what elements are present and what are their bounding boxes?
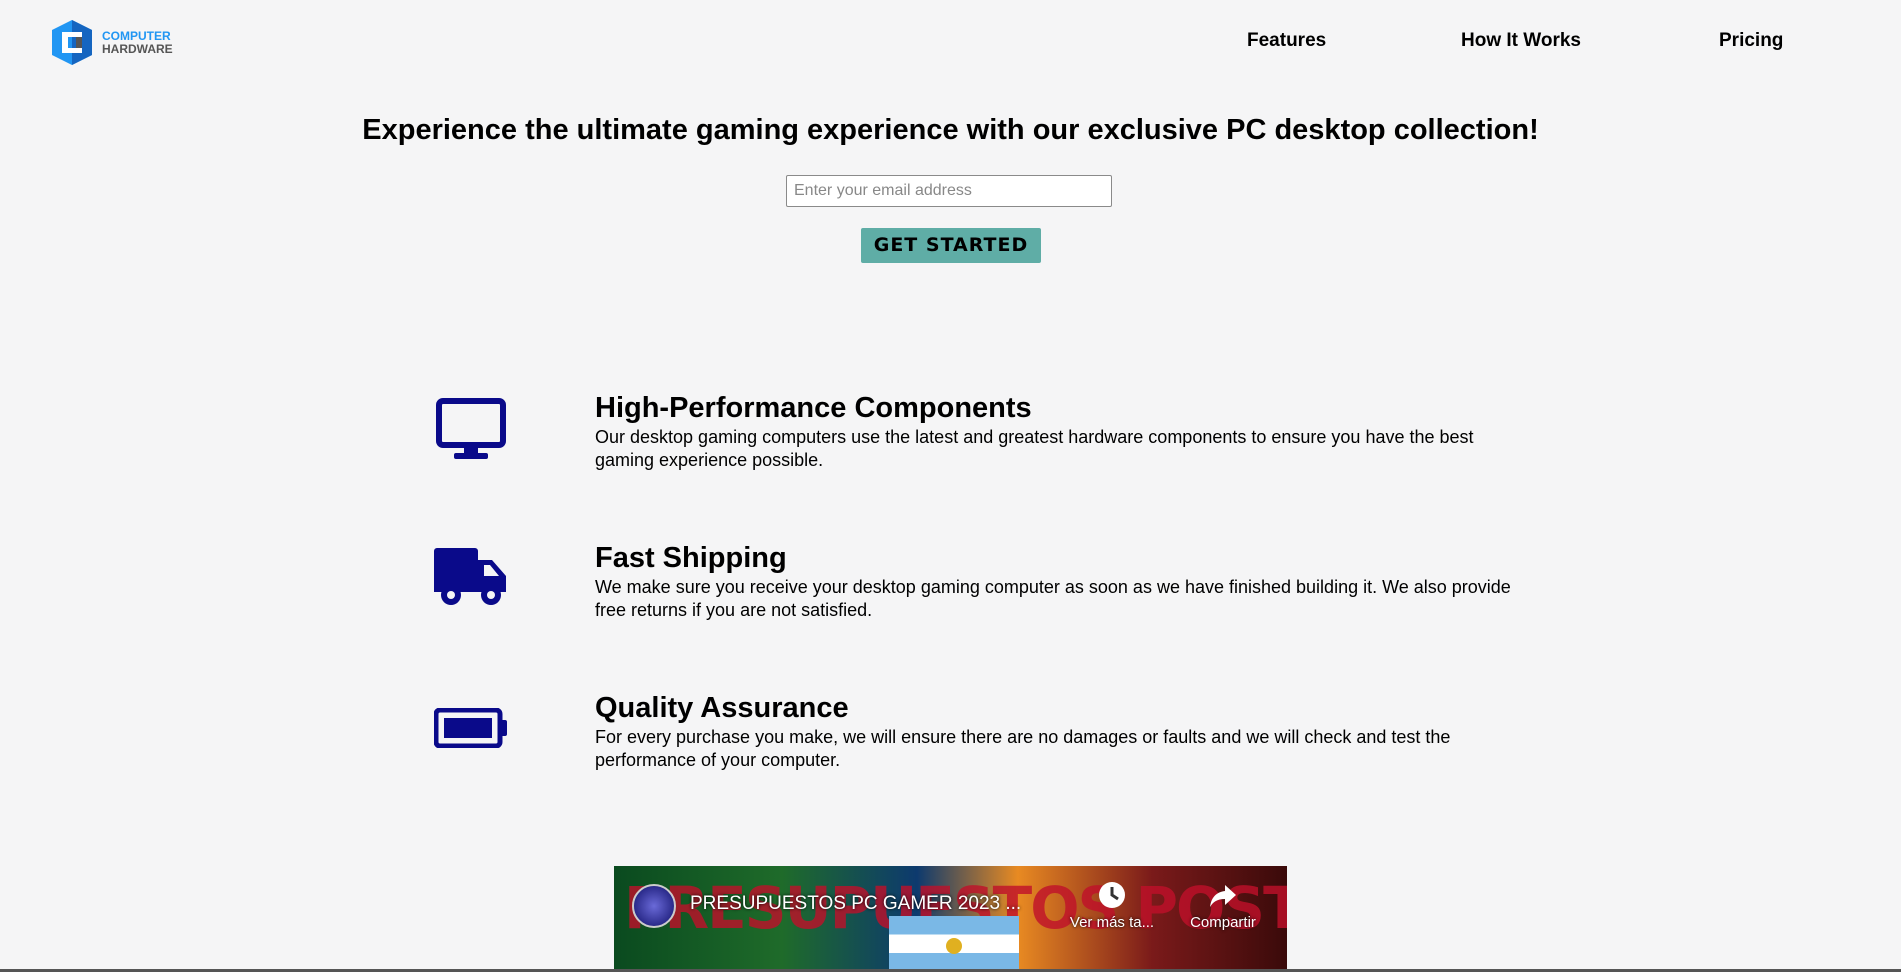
channel-avatar[interactable] <box>632 884 676 928</box>
feature-text: We make sure you receive your desktop ga… <box>595 577 1511 620</box>
share-button[interactable]: Compartir <box>1178 880 1268 931</box>
nav-link-pricing[interactable]: Pricing <box>1719 30 1783 52</box>
sun-icon <box>946 938 962 954</box>
hero-title: Experience the ultimate gaming experienc… <box>362 114 1539 146</box>
embedded-video[interactable]: PRESUPUESTOS POST ELECCIONES PRESUPUESTO… <box>614 866 1287 972</box>
watch-later-button[interactable]: Ver más ta... <box>1062 880 1162 931</box>
feature-text: For every purchase you make, we will ens… <box>595 727 1451 770</box>
shipping-truck-icon <box>434 548 506 605</box>
get-started-button[interactable]: GET STARTED <box>861 228 1041 263</box>
nav-link-features[interactable]: Features <box>1247 30 1326 52</box>
feature-title: Quality Assurance <box>595 692 849 724</box>
email-input[interactable] <box>786 175 1112 207</box>
flag-image <box>889 916 1019 972</box>
desktop-monitor-icon <box>436 398 506 459</box>
video-title[interactable]: PRESUPUESTOS PC GAMER 2023 ... <box>690 893 1021 915</box>
main-nav: Features How It Works Pricing <box>0 30 1901 60</box>
watch-later-label: Ver más ta... <box>1069 914 1155 931</box>
clock-icon <box>1099 882 1125 908</box>
feature-title: Fast Shipping <box>595 542 787 574</box>
nav-link-how-it-works[interactable]: How It Works <box>1461 30 1581 52</box>
share-label: Compartir <box>1190 914 1256 931</box>
share-arrow-icon <box>1210 885 1236 907</box>
feature-text: Our desktop gaming computers use the lat… <box>595 427 1474 470</box>
battery-full-icon <box>434 708 507 748</box>
header: COMPUTER HARDWARE Features How It Works … <box>0 0 1901 86</box>
feature-title: High-Performance Components <box>595 392 1032 424</box>
